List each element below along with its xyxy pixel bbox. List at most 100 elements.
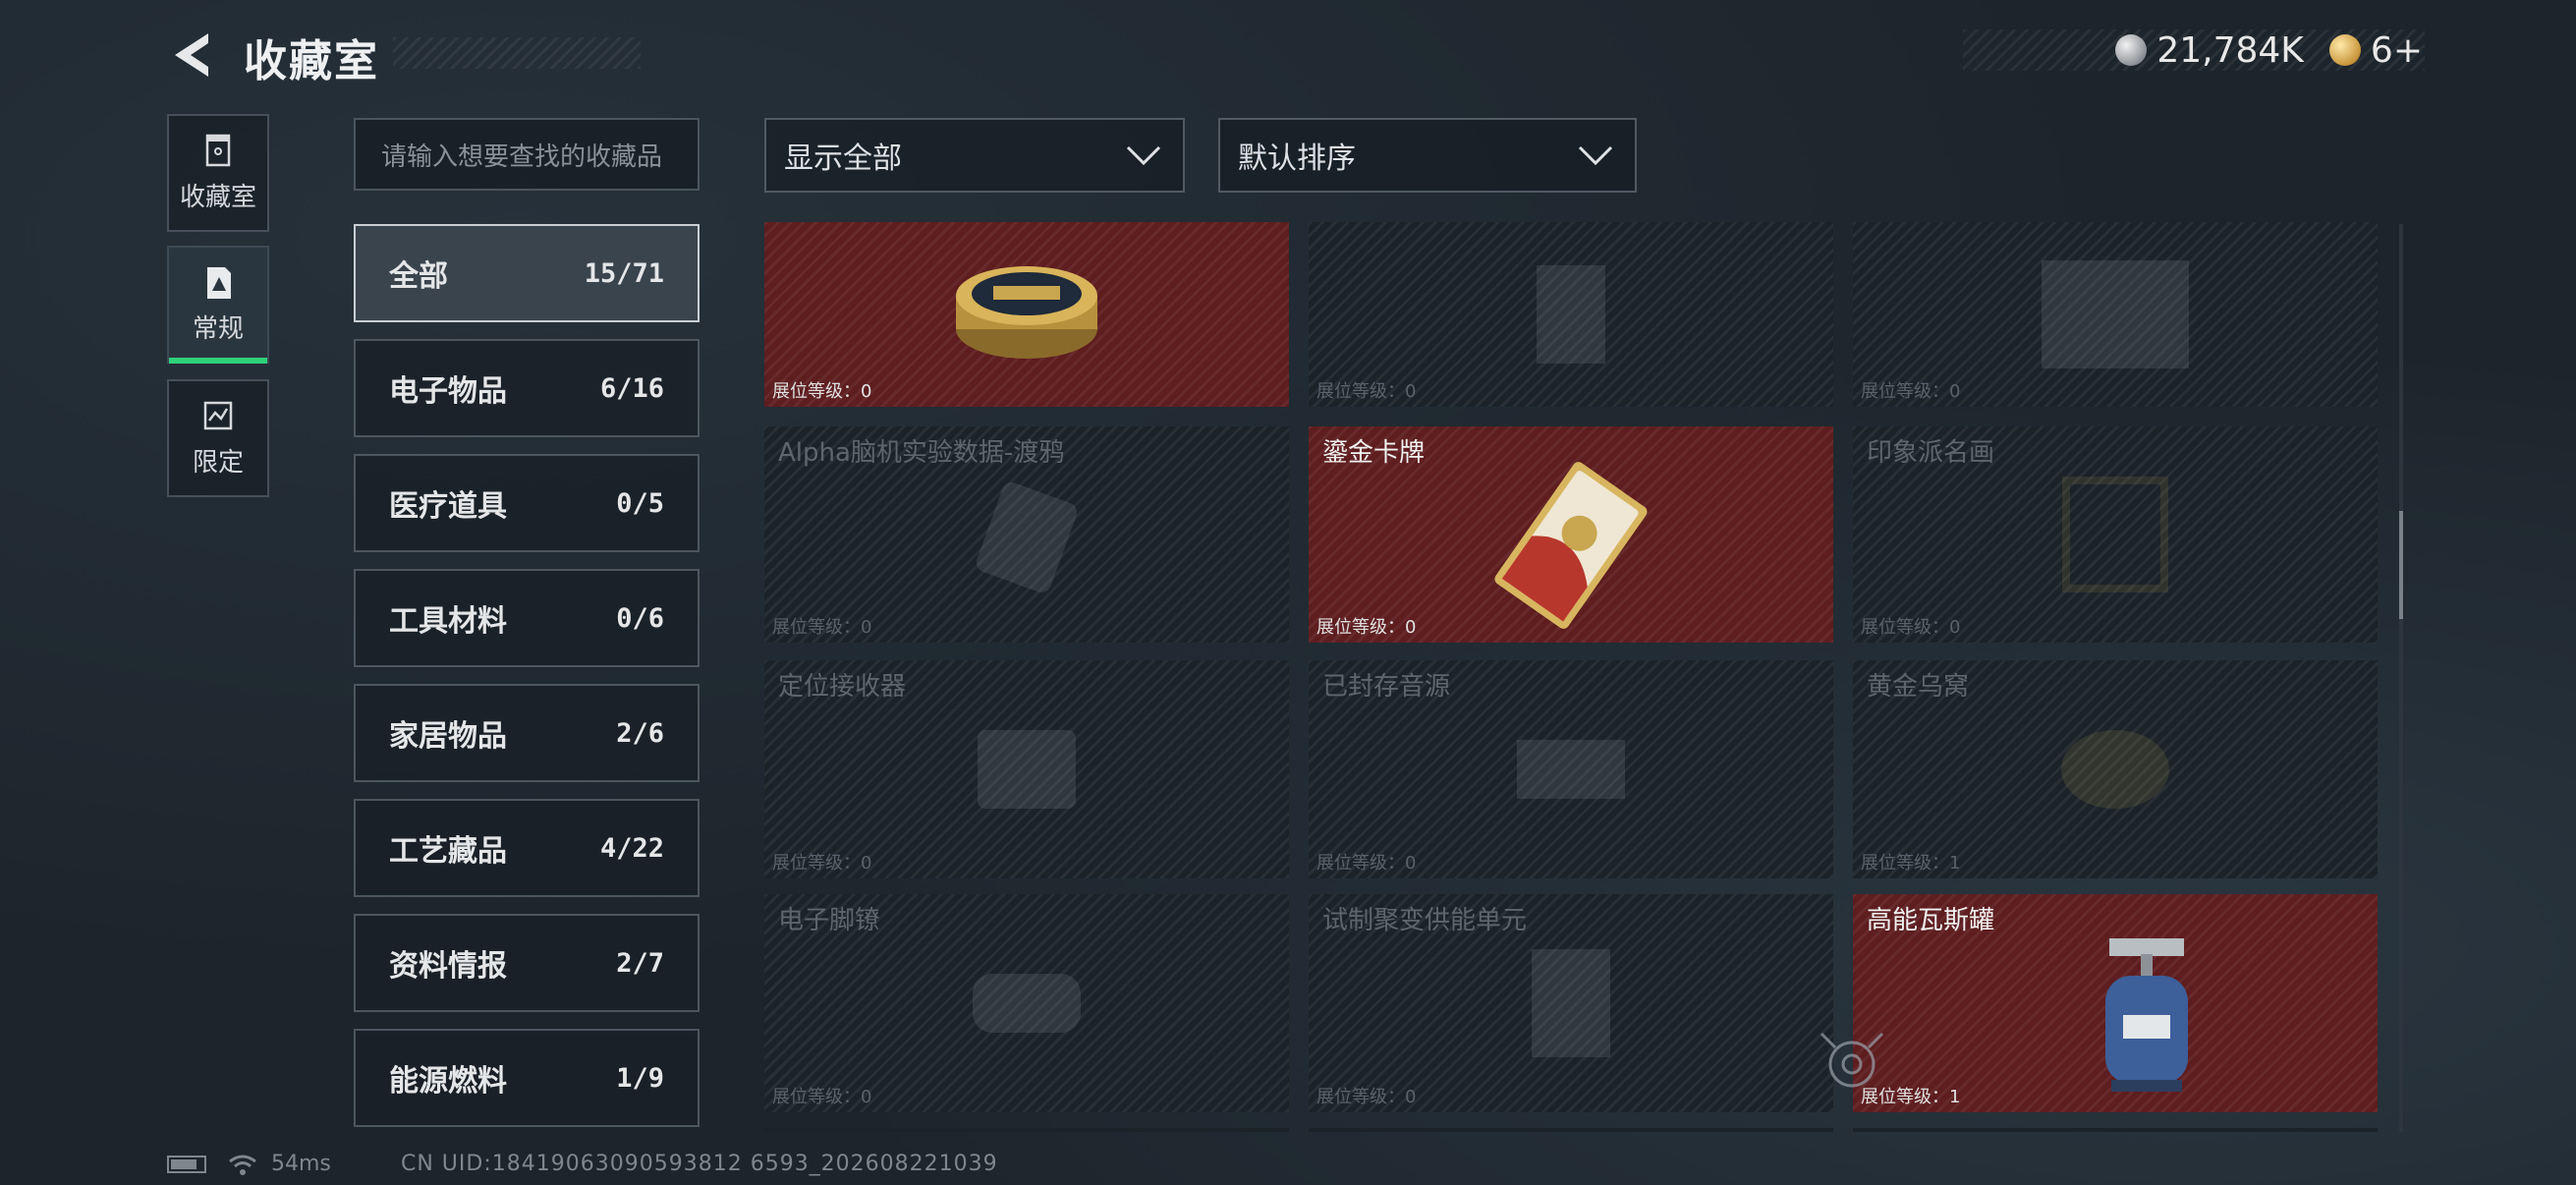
collection-item[interactable]	[1853, 1128, 2378, 1132]
card-icon	[207, 266, 231, 299]
category-count: 0/5	[616, 487, 664, 519]
tab-label: 收藏室	[179, 182, 256, 212]
item-name: 鎏金卡牌	[1322, 438, 1426, 468]
chevron-down-icon	[1578, 145, 1613, 166]
receiver-icon	[978, 730, 1076, 809]
category-medical[interactable]: 医疗道具 0/5	[354, 454, 700, 552]
display-level: 展位等级：0	[1316, 853, 1417, 874]
category-count: 1/9	[616, 1062, 664, 1094]
display-level: 展位等级：0	[1316, 1087, 1417, 1107]
category-all[interactable]: 全部 15/71	[354, 224, 700, 322]
ankle-monitor-icon	[973, 974, 1081, 1033]
category-label: 医疗道具	[389, 489, 507, 524]
category-count: 2/6	[616, 717, 664, 749]
collection-item[interactable]: 已封存音源 展位等级：0	[1309, 660, 1833, 878]
gas-canister-icon	[2105, 938, 2189, 1093]
back-button[interactable]	[167, 29, 218, 81]
category-household[interactable]: 家居物品 2/6	[354, 684, 700, 782]
category-count: 2/7	[616, 947, 664, 979]
category-label: 电子物品	[389, 374, 507, 409]
device-icon	[1537, 265, 1605, 364]
category-fuel[interactable]: 能源燃料 1/9	[354, 1029, 700, 1127]
collection-item[interactable]: 印象派名画 展位等级：0	[1853, 426, 2378, 643]
dropdown-value: 默认排序	[1238, 141, 1356, 176]
sort-dropdown[interactable]: 默认排序	[1218, 118, 1637, 193]
user-uid: CN UID:18419063090593812 6593_2026082210…	[401, 1152, 998, 1176]
scrollbar-thumb[interactable]	[2399, 511, 2403, 619]
sealed-audio-icon	[1517, 740, 1625, 799]
tab-limited[interactable]: 限定	[167, 379, 269, 497]
collection-item[interactable]: 鎏金卡牌 展位等级：0	[1309, 426, 1833, 643]
category-count: 15/71	[584, 257, 664, 289]
chevron-down-icon	[1126, 145, 1161, 166]
collection-item[interactable]: 高能瓦斯罐 展位等级：1	[1853, 894, 2378, 1112]
display-level: 展位等级：0	[1316, 617, 1417, 638]
tab-collection-room[interactable]: 收藏室	[167, 114, 269, 232]
tab-regular[interactable]: 常规	[167, 246, 269, 364]
item-name: 高能瓦斯罐	[1867, 906, 1995, 935]
display-filter-dropdown[interactable]: 显示全部	[764, 118, 1185, 193]
item-name: 印象派名画	[1867, 438, 1995, 468]
golden-nest-icon	[2061, 730, 2169, 809]
grid-scrollbar[interactable]	[2399, 224, 2403, 1132]
category-electronics[interactable]: 电子物品 6/16	[354, 339, 700, 437]
painting-icon	[2062, 477, 2168, 592]
currency-amount: 21,784K	[2156, 29, 2304, 71]
tab-label: 常规	[192, 313, 244, 344]
cabinet-icon	[205, 134, 231, 166]
collection-item[interactable]: 展位等级：0	[1853, 222, 2378, 407]
box-icon	[2042, 260, 2189, 368]
display-level: 展位等级：0	[772, 853, 872, 874]
item-name: 已封存音源	[1322, 672, 1451, 702]
active-indicator	[169, 358, 267, 364]
category-intel[interactable]: 资料情报 2/7	[354, 914, 700, 1012]
dropdown-value: 显示全部	[784, 141, 902, 176]
ping-value: 54ms	[271, 1152, 331, 1176]
category-label: 全部	[389, 259, 448, 294]
display-level: 展位等级：0	[772, 617, 872, 638]
caviar-tin-icon	[956, 265, 1097, 359]
collection-item[interactable]: 电子脚镣 展位等级：0	[764, 894, 1289, 1112]
collection-item[interactable]: 展位等级：0	[1309, 222, 1833, 407]
display-level: 展位等级：1	[1861, 853, 1961, 874]
battery-icon	[167, 1155, 206, 1173]
category-label: 能源燃料	[389, 1064, 507, 1099]
category-label: 工艺藏品	[389, 834, 507, 869]
collection-item[interactable]	[1309, 1128, 1833, 1132]
limited-icon	[203, 401, 233, 429]
currency-bar: 21,784K 6+	[1963, 29, 2425, 71]
collection-grid: 展位等级：0 展位等级：0 展位等级：0 Alpha脑机实验数据-渡鸦 展位等级…	[764, 222, 2381, 1132]
gold-token-icon	[2328, 34, 2361, 66]
collection-item[interactable]: Alpha脑机实验数据-渡鸦 展位等级：0	[764, 426, 1289, 643]
data-drive-icon	[976, 482, 1078, 592]
category-crafts[interactable]: 工艺藏品 4/22	[354, 799, 700, 897]
wifi-icon	[229, 1155, 256, 1175]
display-level: 展位等级：0	[1861, 617, 1961, 638]
token-amount: 6+	[2370, 29, 2423, 71]
category-count: 6/16	[599, 372, 664, 404]
fusion-cell-icon	[1532, 949, 1610, 1057]
category-count: 0/6	[616, 602, 664, 634]
search-input[interactable]: 请输入想要查找的收藏品	[354, 118, 700, 191]
collection-item[interactable]: 试制聚变供能单元 展位等级：0	[1309, 894, 1833, 1112]
item-name: 试制聚变供能单元	[1322, 906, 1528, 935]
tab-label: 限定	[192, 447, 244, 478]
category-tools[interactable]: 工具材料 0/6	[354, 569, 700, 667]
collection-item[interactable]: 黄金乌窝 展位等级：1	[1853, 660, 2378, 878]
display-level: 展位等级：0	[1316, 381, 1417, 402]
status-bar: 54ms	[167, 1152, 331, 1176]
category-label: 家居物品	[389, 719, 507, 754]
gilded-card-icon	[1494, 462, 1648, 629]
category-label: 工具材料	[389, 604, 507, 639]
item-name: 黄金乌窝	[1867, 672, 1970, 702]
item-name: Alpha脑机实验数据-渡鸦	[778, 438, 1065, 468]
silver-coin-icon	[2115, 34, 2148, 66]
collection-item[interactable]	[764, 1128, 1289, 1132]
display-level: 展位等级：0	[772, 381, 872, 402]
collection-item[interactable]: 定位接收器 展位等级：0	[764, 660, 1289, 878]
display-level: 展位等级：0	[1861, 381, 1961, 402]
item-name: 定位接收器	[778, 672, 907, 702]
crosshair-icon	[1820, 1032, 1884, 1088]
collection-item[interactable]: 展位等级：0	[764, 222, 1289, 407]
back-arrow-icon	[175, 33, 208, 77]
